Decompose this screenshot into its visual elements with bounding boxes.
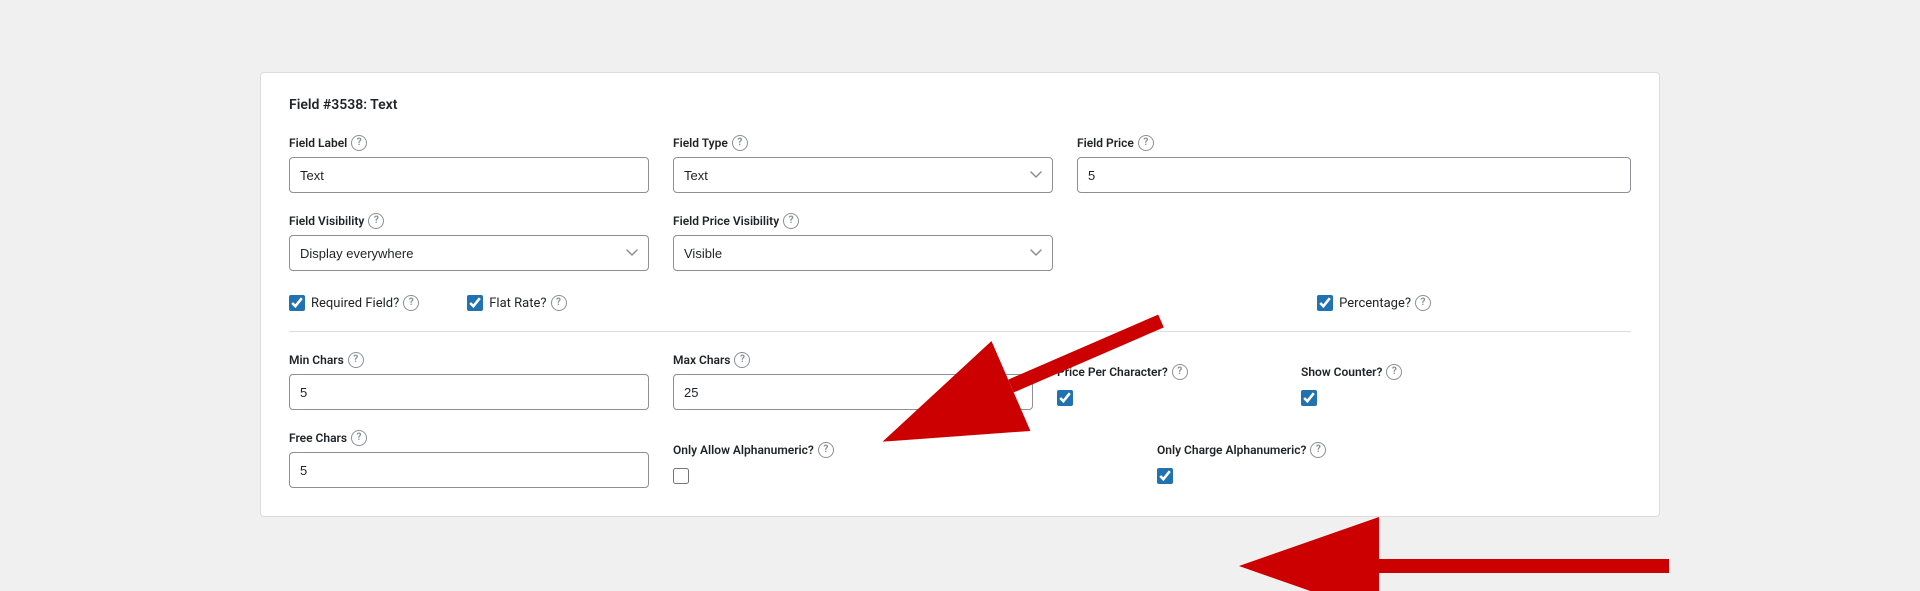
divider-1 (289, 331, 1631, 332)
price-per-char-group: Price Per Character? ? (1057, 364, 1277, 410)
min-chars-label: Min Chars ? (289, 352, 649, 368)
field-price-visibility-group: Field Price Visibility ? Visible Hidden … (673, 213, 1053, 271)
field-label-label: Field Label ? (289, 135, 649, 151)
show-counter-help-icon[interactable]: ? (1386, 364, 1402, 380)
only-charge-alpha-help-icon[interactable]: ? (1310, 442, 1326, 458)
arrow-annotation-2 (1349, 541, 1669, 591)
free-chars-help-icon[interactable]: ? (351, 430, 367, 446)
field-visibility-help-icon[interactable]: ? (368, 213, 384, 229)
field-price-visibility-select[interactable]: Visible Hidden Admin only (673, 235, 1053, 271)
checkboxes-row: Required Field? ? Flat Rate? ? Percentag… (289, 291, 1631, 311)
free-chars-label: Free Chars ? (289, 430, 649, 446)
price-per-char-label: Price Per Character? ? (1057, 364, 1277, 380)
flat-rate-help-icon[interactable]: ? (551, 295, 567, 311)
field-price-visibility-help-icon[interactable]: ? (783, 213, 799, 229)
min-chars-help-icon[interactable]: ? (348, 352, 364, 368)
only-allow-alpha-checkbox[interactable] (673, 468, 689, 484)
field-price-visibility-label: Field Price Visibility ? (673, 213, 1053, 229)
field-visibility-label: Field Visibility ? (289, 213, 649, 229)
row-4: Free Chars ? Only Allow Alphanumeric? ? … (289, 430, 1631, 488)
price-per-char-checkbox[interactable] (1057, 390, 1073, 406)
field-visibility-group: Field Visibility ? Display everywhere Ad… (289, 213, 649, 271)
row-3: Min Chars ? Max Chars ? Price Per Charac… (289, 352, 1631, 410)
max-chars-label: Max Chars ? (673, 352, 1033, 368)
percentage-checkbox[interactable] (1317, 295, 1333, 311)
percentage-help-icon[interactable]: ? (1415, 295, 1431, 311)
only-allow-alpha-label: Only Allow Alphanumeric? ? (673, 442, 933, 458)
field-label-help-icon[interactable]: ? (351, 135, 367, 151)
show-counter-group: Show Counter? ? (1301, 364, 1521, 410)
field-type-label: Field Type ? (673, 135, 1053, 151)
flat-rate-checkbox[interactable] (467, 295, 483, 311)
field-label-group: Field Label ? (289, 135, 649, 193)
min-chars-input[interactable] (289, 374, 649, 410)
field-price-group: Field Price ? (1077, 135, 1631, 193)
field-type-help-icon[interactable]: ? (732, 135, 748, 151)
only-charge-alpha-group: Only Charge Alphanumeric? ? (1157, 442, 1457, 488)
required-field-checkbox-item[interactable]: Required Field? ? (289, 295, 419, 311)
field-label-input[interactable] (289, 157, 649, 193)
only-allow-alpha-group: Only Allow Alphanumeric? ? (673, 442, 933, 488)
price-per-char-help-icon[interactable]: ? (1172, 364, 1188, 380)
field-price-input[interactable] (1077, 157, 1631, 193)
show-counter-label: Show Counter? ? (1301, 364, 1521, 380)
required-field-checkbox[interactable] (289, 295, 305, 311)
row-1: Field Label ? Field Type ? Text Textarea… (289, 135, 1631, 193)
field-settings-card: Field #3538: Text Field Label ? Field Ty… (260, 72, 1660, 517)
field-price-label: Field Price ? (1077, 135, 1631, 151)
only-charge-alpha-label: Only Charge Alphanumeric? ? (1157, 442, 1457, 458)
max-chars-group: Max Chars ? (673, 352, 1033, 410)
only-charge-alpha-checkbox[interactable] (1157, 468, 1173, 484)
flat-rate-checkbox-item[interactable]: Flat Rate? ? (467, 295, 566, 311)
field-price-help-icon[interactable]: ? (1138, 135, 1154, 151)
required-field-help-icon[interactable]: ? (403, 295, 419, 311)
show-counter-checkbox[interactable] (1301, 390, 1317, 406)
field-visibility-select[interactable]: Display everywhere Admin only Hidden (289, 235, 649, 271)
min-chars-group: Min Chars ? (289, 352, 649, 410)
max-chars-input[interactable] (673, 374, 1033, 410)
free-chars-input[interactable] (289, 452, 649, 488)
max-chars-help-icon[interactable]: ? (734, 352, 750, 368)
only-allow-alpha-help-icon[interactable]: ? (818, 442, 834, 458)
field-type-group: Field Type ? Text Textarea Number Select (673, 135, 1053, 193)
percentage-checkbox-item[interactable]: Percentage? ? (1317, 295, 1431, 311)
field-type-select[interactable]: Text Textarea Number Select (673, 157, 1053, 193)
free-chars-group: Free Chars ? (289, 430, 649, 488)
card-title: Field #3538: Text (289, 97, 1631, 113)
row-2: Field Visibility ? Display everywhere Ad… (289, 213, 1631, 271)
